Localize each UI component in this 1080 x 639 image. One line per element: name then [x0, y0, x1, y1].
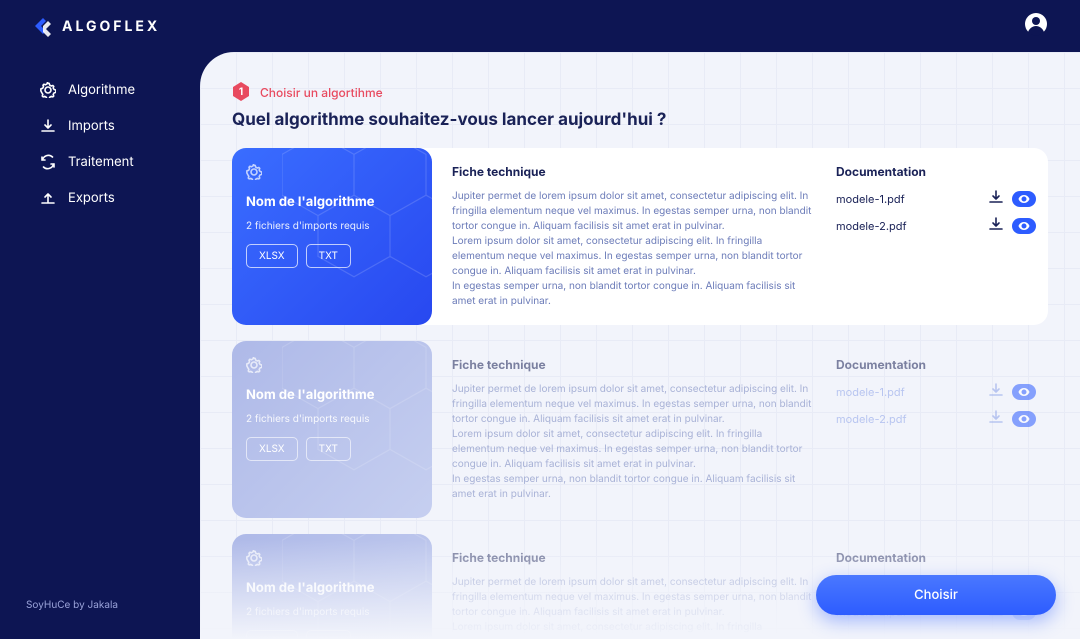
documentation: Documentation modele-1.pdf modele-2.pdf	[836, 148, 1036, 325]
nav-label: Traitement	[68, 154, 134, 170]
upload-icon	[40, 190, 56, 206]
download-button[interactable]	[988, 216, 1004, 235]
account-button[interactable]	[1024, 12, 1048, 40]
gear-icon	[40, 82, 56, 98]
download-icon	[40, 118, 56, 134]
download-button[interactable]	[988, 189, 1004, 208]
algorithm-row[interactable]: Nom de l'algorithme 2 fichiers d'imports…	[232, 341, 1048, 518]
footer-credit: SoyHuCe by Jakala	[26, 599, 118, 611]
fiche-title: Fiche technique	[452, 550, 816, 565]
eye-icon	[1018, 386, 1030, 398]
eye-icon	[1018, 220, 1030, 232]
doc-name: modele-2.pdf	[836, 219, 907, 233]
fiche-technique: Fiche technique Jupiter permet de lorem …	[452, 148, 816, 325]
fiche-body: Jupiter permet de lorem ipsum dolor sit …	[452, 575, 812, 639]
algorithm-list: Nom de l'algorithme 2 fichiers d'imports…	[232, 148, 1048, 639]
step-badge-icon: 1	[232, 82, 250, 102]
documentation: Documentation modele-1.pdf modele-2.pdf	[836, 341, 1036, 518]
nav-label: Algorithme	[68, 82, 135, 98]
algorithm-row[interactable]: Nom de l'algorithme 2 fichiers d'imports…	[232, 148, 1048, 325]
doc-item: modele-1.pdf	[836, 382, 1036, 401]
gear-icon	[246, 357, 262, 373]
brand-logo: ALGOFLEX	[32, 15, 160, 37]
download-button[interactable]	[988, 382, 1004, 401]
doc-name: modele-1.pdf	[836, 385, 905, 399]
algorithm-sub: 2 fichiers d'imports requis	[246, 220, 418, 232]
fiche-body: Jupiter permet de lorem ipsum dolor sit …	[452, 189, 812, 309]
download-icon	[988, 216, 1004, 232]
download-icon	[988, 189, 1004, 205]
doc-name: modele-2.pdf	[836, 412, 907, 426]
eye-icon	[1018, 193, 1030, 205]
step-label: Choisir un algortihme	[260, 85, 383, 100]
algorithm-card[interactable]: Nom de l'algorithme 2 fichiers d'imports…	[232, 148, 432, 325]
gear-icon	[246, 550, 262, 566]
algorithm-card[interactable]: Nom de l'algorithme 2 fichiers d'imports…	[232, 534, 432, 639]
doc-name: modele-1.pdf	[836, 192, 905, 206]
docs-title: Documentation	[836, 164, 1036, 179]
user-icon	[1024, 12, 1048, 36]
refresh-icon	[40, 154, 56, 170]
download-icon	[988, 382, 1004, 398]
gear-icon	[246, 164, 262, 180]
nav-label: Exports	[68, 190, 115, 206]
download-icon	[988, 409, 1004, 425]
step-number: 1	[239, 86, 243, 98]
eye-icon	[1018, 413, 1030, 425]
sidebar: Algorithme Imports Traitement Exports	[0, 72, 200, 216]
fiche-title: Fiche technique	[452, 164, 816, 179]
hex-pattern-icon	[282, 534, 432, 639]
fiche-body: Jupiter permet de lorem ipsum dolor sit …	[452, 382, 812, 502]
preview-button[interactable]	[1012, 384, 1036, 400]
nav-imports[interactable]: Imports	[40, 108, 200, 144]
preview-button[interactable]	[1012, 191, 1036, 207]
nav-algorithme[interactable]: Algorithme	[40, 72, 200, 108]
logo-icon	[32, 15, 54, 37]
download-button[interactable]	[988, 409, 1004, 428]
main-panel: 1 Choisir un algortihme Quel algorithme …	[200, 52, 1080, 639]
fiche-technique: Fiche technique Jupiter permet de lorem …	[452, 341, 816, 518]
algorithm-sub: 2 fichiers d'imports requis	[246, 413, 418, 425]
preview-button[interactable]	[1012, 411, 1036, 427]
algorithm-sub: 2 fichiers d'imports requis	[246, 606, 418, 618]
docs-title: Documentation	[836, 357, 1036, 372]
docs-title: Documentation	[836, 550, 1036, 565]
nav-exports[interactable]: Exports	[40, 180, 200, 216]
doc-item: modele-2.pdf	[836, 409, 1036, 428]
preview-button[interactable]	[1012, 218, 1036, 234]
doc-item: modele-1.pdf	[836, 189, 1036, 208]
brand-text: ALGOFLEX	[62, 18, 160, 35]
algorithm-card[interactable]: Nom de l'algorithme 2 fichiers d'imports…	[232, 341, 432, 518]
nav-label: Imports	[68, 118, 115, 134]
page-question: Quel algorithme souhaitez-vous lancer au…	[232, 110, 1048, 130]
doc-item: modele-2.pdf	[836, 216, 1036, 235]
choose-button[interactable]: Choisir	[816, 575, 1056, 615]
fiche-technique: Fiche technique Jupiter permet de lorem …	[452, 534, 816, 639]
nav-traitement[interactable]: Traitement	[40, 144, 200, 180]
fiche-title: Fiche technique	[452, 357, 816, 372]
